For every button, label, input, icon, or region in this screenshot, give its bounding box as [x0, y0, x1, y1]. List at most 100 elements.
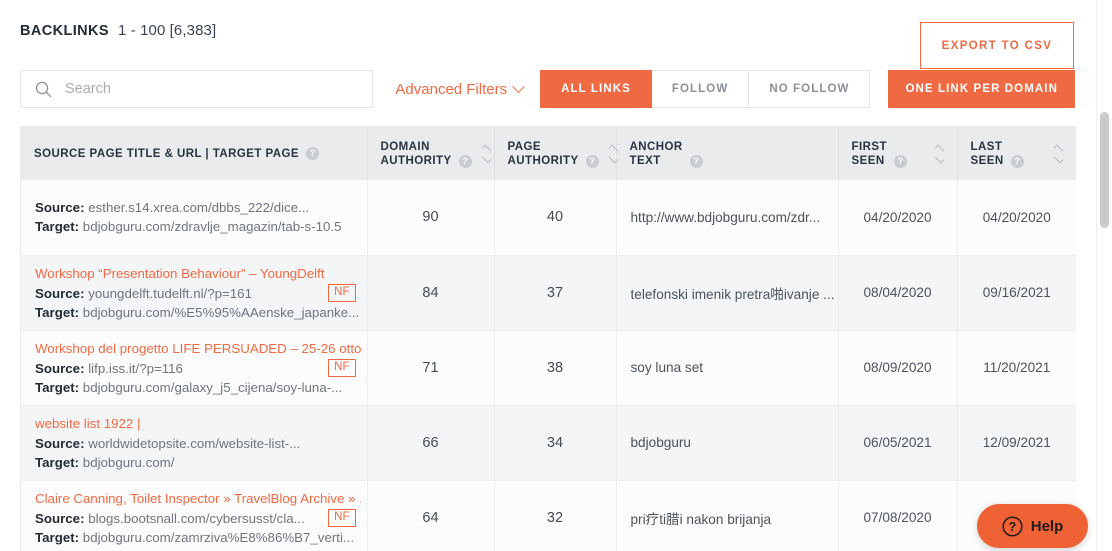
source-url[interactable]: esther.s14.xrea.com/dbbs_222/dice...	[88, 200, 309, 215]
backlinks-table: SOURCE PAGE TITLE & URL | TARGET PAGE ? …	[21, 127, 1076, 551]
target-prefix-label: Target:	[35, 454, 80, 470]
source-url[interactable]: blogs.bootsnall.com/cybersusst/cla...	[88, 511, 305, 526]
column-label-last-seen: LAST SEEN	[970, 140, 1004, 167]
source-page-title[interactable]: Workshop del progetto LIFE PERSUADED – 2…	[35, 339, 361, 358]
sort-toggle-domain-authority[interactable]	[478, 144, 492, 163]
target-url[interactable]: bdjobguru.com/zdravlje_magazin/tab-s-10.…	[83, 219, 342, 234]
source-page-title[interactable]: Claire Canning, Toilet Inspector » Trave…	[35, 489, 361, 508]
page-title: BACKLINKS 1 - 100 [6,383]	[20, 22, 216, 39]
nofollow-badge: NF	[328, 358, 356, 377]
cell-source-target[interactable]: website list 1922 | Source: worldwidetop…	[21, 405, 368, 481]
target-url-line: Target: bdjobguru.com/	[35, 453, 361, 472]
column-header-page-authority[interactable]: PAGE AUTHORITY ?	[494, 127, 619, 180]
target-prefix-label: Target:	[35, 219, 80, 235]
sort-toggle-last-seen[interactable]	[1050, 144, 1064, 163]
source-url[interactable]: lifp.iss.it/?p=116	[88, 361, 183, 376]
cell-source-target[interactable]: Source: esther.s14.xrea.com/dbbs_222/dic…	[21, 180, 368, 256]
column-header-domain-authority[interactable]: DOMAIN AUTHORITY ?	[367, 127, 495, 180]
column-header-anchor-text[interactable]: ANCHOR TEXT ?	[616, 127, 839, 180]
nofollow-badge: NF	[328, 283, 356, 302]
cell-domain-authority: 90	[367, 180, 495, 256]
cell-page-authority: 38	[494, 330, 617, 406]
table-head: SOURCE PAGE TITLE & URL | TARGET PAGE ? …	[21, 127, 1076, 180]
sort-toggle-page-authority[interactable]	[605, 144, 619, 163]
cell-page-authority: 37	[494, 255, 617, 331]
table-body: Source: esther.s14.xrea.com/dbbs_222/dic…	[21, 180, 1076, 551]
column-label-anchor-text: ANCHOR TEXT	[629, 140, 683, 167]
cell-source-target[interactable]: Workshop “Presentation Behaviour” – Youn…	[21, 255, 368, 331]
nofollow-badge: NF	[328, 508, 356, 527]
cell-domain-authority: 66	[367, 405, 495, 481]
column-header-last-seen[interactable]: LAST SEEN ?	[957, 127, 1076, 180]
table-row[interactable]: Workshop del progetto LIFE PERSUADED – 2…	[21, 330, 1076, 406]
help-icon-page-authority[interactable]: ?	[585, 154, 599, 168]
source-url-line: Source: worldwidetopsite.com/website-lis…	[35, 434, 361, 453]
cell-anchor-text: pri疗ti腊i nakon brijanja	[616, 480, 839, 551]
source-url-line: Source: esther.s14.xrea.com/dbbs_222/dic…	[35, 198, 361, 217]
target-url[interactable]: bdjobguru.com/zamrziva%E8%86%B7_verti...	[83, 530, 354, 545]
cell-anchor-text: telefonski imenik pretra啪ivanje ...	[616, 255, 839, 331]
page-scrollbar[interactable]	[1096, 0, 1112, 551]
column-header-source-target[interactable]: SOURCE PAGE TITLE & URL | TARGET PAGE ?	[21, 127, 368, 180]
cell-source-target[interactable]: Claire Canning, Toilet Inspector » Trave…	[21, 480, 368, 551]
table-header-row: SOURCE PAGE TITLE & URL | TARGET PAGE ? …	[21, 127, 1076, 180]
help-icon-last-seen[interactable]: ?	[1010, 154, 1024, 168]
help-icon-source-target[interactable]: ?	[306, 147, 320, 160]
help-widget-button[interactable]: ? Help	[977, 504, 1088, 548]
cell-domain-authority: 71	[367, 330, 495, 406]
cell-domain-authority: 64	[367, 480, 495, 551]
table-row[interactable]: Source: esther.s14.xrea.com/dbbs_222/dic…	[21, 180, 1076, 256]
column-label-domain-authority: DOMAIN AUTHORITY	[380, 140, 452, 167]
target-url-line: Target: bdjobguru.com/galaxy_j5_cijena/s…	[35, 378, 361, 397]
chevron-down-icon	[512, 79, 526, 93]
help-widget-label: Help	[1030, 517, 1064, 535]
cell-source-target[interactable]: Workshop del progetto LIFE PERSUADED – 2…	[21, 330, 368, 406]
search-input[interactable]	[63, 80, 359, 98]
target-url[interactable]: bdjobguru.com/galaxy_j5_cijena/soy-luna-…	[83, 380, 342, 395]
export-to-csv-button[interactable]: EXPORT TO CSV	[920, 22, 1074, 69]
cell-domain-authority: 84	[367, 255, 495, 331]
advanced-filters-label: Advanced Filters	[395, 80, 508, 98]
target-url[interactable]: bdjobguru.com/%E5%95%AAenske_japanke...	[83, 305, 359, 320]
table-row[interactable]: Workshop “Presentation Behaviour” – Youn…	[21, 255, 1076, 331]
cell-first-seen: 06/05/2021	[838, 405, 958, 481]
filter-follow[interactable]: FOLLOW	[651, 70, 750, 108]
cell-page-authority: 40	[494, 180, 617, 256]
source-page-title[interactable]: Workshop “Presentation Behaviour” – Youn…	[35, 264, 361, 283]
cell-first-seen: 04/20/2020	[838, 180, 958, 256]
search-box[interactable]	[20, 70, 374, 108]
target-url[interactable]: bdjobguru.com/	[83, 455, 175, 470]
filter-all-links[interactable]: ALL LINKS	[540, 70, 652, 108]
source-prefix-label: Source:	[35, 200, 85, 216]
table-row[interactable]: website list 1922 | Source: worldwidetop…	[21, 405, 1076, 481]
one-link-per-domain-button[interactable]: ONE LINK PER DOMAIN	[888, 70, 1075, 108]
cell-page-authority: 32	[494, 480, 617, 551]
source-url[interactable]: worldwidetopsite.com/website-list-...	[88, 436, 300, 451]
target-prefix-label: Target:	[35, 304, 80, 320]
help-icon-anchor-text[interactable]: ?	[689, 154, 703, 168]
target-url-line: Target: bdjobguru.com/%E5%95%AAenske_jap…	[35, 303, 361, 322]
page-header: BACKLINKS 1 - 100 [6,383] EXPORT TO CSV	[20, 0, 1075, 69]
cell-first-seen: 08/09/2020	[838, 330, 958, 406]
help-icon-first-seen[interactable]: ?	[893, 154, 907, 168]
backlinks-table-container: SOURCE PAGE TITLE & URL | TARGET PAGE ? …	[20, 126, 1076, 551]
source-url[interactable]: youngdelft.tudelft.nl/?p=161	[88, 286, 252, 301]
export-to-csv-label: EXPORT TO CSV	[941, 39, 1053, 52]
column-label-page-authority: PAGE AUTHORITY	[507, 140, 579, 167]
cell-first-seen: 07/08/2020	[838, 480, 958, 551]
help-icon-domain-authority[interactable]: ?	[458, 154, 472, 168]
advanced-filters-dropdown[interactable]: Advanced Filters	[395, 79, 526, 98]
sort-toggle-first-seen[interactable]	[931, 144, 944, 163]
filter-no-follow[interactable]: NO FOLLOW	[749, 70, 871, 108]
cell-first-seen: 08/04/2020	[838, 255, 958, 331]
table-row[interactable]: Claire Canning, Toilet Inspector » Trave…	[21, 480, 1076, 551]
cell-last-seen: 04/20/2020	[957, 180, 1076, 256]
source-page-title[interactable]: website list 1922 |	[35, 414, 361, 433]
page-title-text: BACKLINKS	[20, 23, 109, 39]
scrollbar-thumb[interactable]	[1100, 112, 1109, 228]
cell-anchor-text: http://www.bdjobguru.com/zdr...	[616, 180, 839, 256]
cell-last-seen: 12/09/2021	[957, 405, 1076, 481]
cell-anchor-text: soy luna set	[616, 330, 839, 406]
source-url-line: Source: blogs.bootsnall.com/cybersusst/c…	[35, 509, 361, 528]
column-header-first-seen[interactable]: FIRST SEEN ?	[838, 127, 958, 180]
